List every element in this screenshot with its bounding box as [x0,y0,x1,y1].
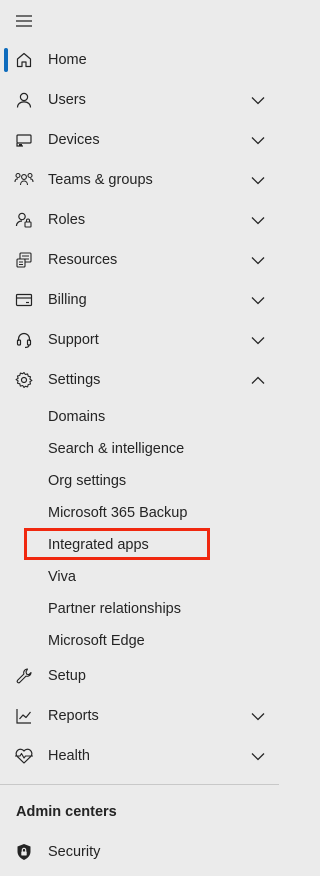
shield-icon [14,842,34,862]
sub-item-microsoft-365-backup[interactable]: Microsoft 365 Backup [0,497,279,529]
person-key-icon [14,210,34,230]
chevron-down-icon[interactable] [251,749,265,763]
sub-item-domains[interactable]: Domains [0,401,279,433]
gear-icon [14,370,34,390]
headset-icon [14,330,34,350]
nav-item-setup[interactable]: Setup [0,656,279,696]
divider [0,784,279,785]
nav-item-billing[interactable]: Billing [0,280,279,320]
chevron-down-icon[interactable] [251,93,265,107]
nav-item-settings[interactable]: Settings [0,360,279,400]
nav-item-resources[interactable]: Resources [0,240,279,280]
admin-centers-heading: Admin centers [16,804,117,820]
sub-item-viva[interactable]: Viva [0,561,279,593]
nav-item-label: Settings [48,372,101,388]
chevron-down-icon[interactable] [251,293,265,307]
nav-item-devices[interactable]: Devices [0,120,279,160]
nav-item-roles[interactable]: Roles [0,200,279,240]
home-icon [14,50,34,70]
wrench-icon [14,666,34,686]
sub-item-label: Domains [48,409,106,425]
nav-item-security[interactable]: Security [0,832,279,872]
chevron-down-icon[interactable] [251,133,265,147]
nav-item-label: Home [48,52,87,68]
nav-item-label: Support [48,332,99,348]
nav-item-home[interactable]: Home [0,40,279,80]
people-team-icon [14,170,34,190]
chart-line-icon [14,706,34,726]
nav-item-label: Teams & groups [48,172,153,188]
nav-item-reports[interactable]: Reports [0,696,279,736]
nav-item-label: Setup [48,668,86,684]
sub-item-label: Search & intelligence [48,441,185,457]
heart-pulse-icon [14,746,34,766]
device-icon [14,130,34,150]
nav-item-support[interactable]: Support [0,320,279,360]
nav-item-users[interactable]: Users [0,80,279,120]
nav-item-label: Resources [48,252,118,268]
nav-item-label: Health [48,748,90,764]
hamburger-menu-icon[interactable] [12,10,36,32]
chevron-down-icon[interactable] [251,333,265,347]
nav-item-label: Roles [48,212,86,228]
billing-card-icon [14,290,34,310]
nav-item-label: Devices [48,132,100,148]
sub-item-label: Org settings [48,473,127,489]
resources-icon [14,250,34,270]
nav-item-label: Billing [48,292,87,308]
nav-item-label: Security [48,844,101,860]
chevron-down-icon[interactable] [251,709,265,723]
nav-item-teams-groups[interactable]: Teams & groups [0,160,279,200]
highlight-box [24,528,210,560]
sub-item-label: Viva [48,569,76,585]
person-icon [14,90,34,110]
sub-item-label: Microsoft Edge [48,633,145,649]
chevron-down-icon[interactable] [251,173,265,187]
nav-item-label: Reports [48,708,99,724]
chevron-down-icon[interactable] [251,213,265,227]
sub-item-label: Partner relationships [48,601,181,617]
sub-item-microsoft-edge[interactable]: Microsoft Edge [0,625,279,657]
nav-item-label: Users [48,92,86,108]
chevron-down-icon[interactable] [251,253,265,267]
sub-item-label: Microsoft 365 Backup [48,505,188,521]
sub-item-partner-relationships[interactable]: Partner relationships [0,593,279,625]
chevron-up-icon[interactable] [251,373,265,387]
sub-item-search-intelligence[interactable]: Search & intelligence [0,433,279,465]
admin-nav-pane: Home Users Devices Teams & groups Roles … [0,0,279,876]
sub-item-org-settings[interactable]: Org settings [0,465,279,497]
nav-item-health[interactable]: Health [0,736,279,776]
